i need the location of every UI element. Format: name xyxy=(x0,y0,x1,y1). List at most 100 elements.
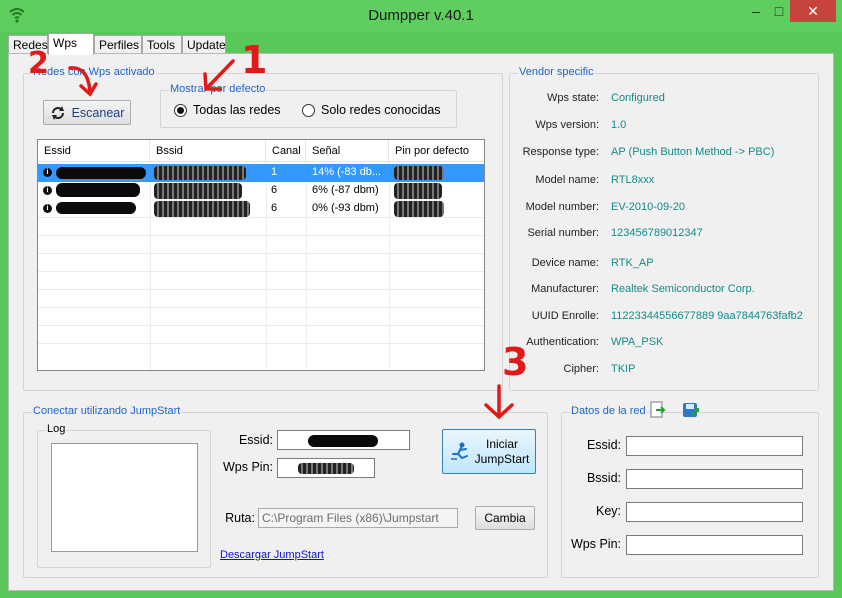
redacted-essid xyxy=(56,167,146,179)
vendor-value-model-name: RTL8xxx xyxy=(611,174,655,186)
vendor-label-wps-version: Wps version: xyxy=(535,119,599,131)
radio-known-networks[interactable]: Solo redes conocidas xyxy=(302,103,441,117)
wps-tab-panel: Redes con Wps activado Escanear Mostrar … xyxy=(8,53,834,591)
start-jumpstart-button[interactable]: Iniciar JumpStart xyxy=(442,429,536,474)
jumpstart-essid-field[interactable] xyxy=(277,430,410,450)
scan-button-label: Escanear xyxy=(71,105,125,120)
vendor-label-uuid: UUID Enrolle: xyxy=(531,310,599,322)
vendor-value-uuid: 11223344556677889 9aa7844763fafb2 xyxy=(611,310,803,322)
redacted-bssid xyxy=(154,166,246,180)
default-filter-group: Mostrar por defecto Todas las redes Solo… xyxy=(160,83,457,128)
column-essid[interactable]: Essid xyxy=(38,140,150,162)
radio-all-label: Todas las redes xyxy=(193,103,281,117)
ruta-field[interactable]: C:\Program Files (x86)\Jumpstart xyxy=(258,508,458,528)
networks-table[interactable]: Essid Bssid Canal Señal Pin por defecto … xyxy=(37,139,485,371)
net-key-field[interactable] xyxy=(626,502,803,522)
jumpstart-group-title: Conectar utilizando JumpStart xyxy=(32,405,182,417)
row-canal: 1 xyxy=(271,166,278,178)
info-icon: i xyxy=(43,186,52,195)
radio-known-circle xyxy=(302,103,315,117)
annotation-2: 2 xyxy=(28,46,49,81)
network-data-group-title: Datos de la red xyxy=(570,405,647,417)
vendor-value-serial-number: 123456789012347 xyxy=(611,227,703,239)
jumpstart-wps-pin-field[interactable] xyxy=(277,458,375,478)
net-essid-field[interactable] xyxy=(626,436,803,456)
vendor-value-model-number: EV-2010-09-20 xyxy=(611,201,685,213)
wps-pin-label: Wps Pin: xyxy=(222,460,273,474)
column-senal[interactable]: Señal xyxy=(306,140,389,162)
row-canal: 6 xyxy=(271,184,278,196)
vendor-label-device-name: Device name: xyxy=(531,257,599,269)
redacted-pin xyxy=(394,201,444,217)
vendor-value-device-name: RTK_AP xyxy=(611,257,654,269)
net-wps-pin-label: Wps Pin: xyxy=(570,537,621,551)
scan-button[interactable]: Escanear xyxy=(43,100,131,125)
window-title: Dumpper v.40.1 xyxy=(368,7,474,24)
vendor-label-response-type: Response type: xyxy=(522,146,599,158)
vendor-label-serial-number: Serial number: xyxy=(527,227,599,239)
net-wps-pin-field[interactable] xyxy=(626,535,803,555)
net-bssid-field[interactable] xyxy=(626,469,803,489)
annotation-arrow-1 xyxy=(203,59,235,91)
row-senal: 6% (-87 dbm) xyxy=(312,184,379,196)
annotation-1: 1 xyxy=(241,38,268,82)
vendor-value-wps-version: 1.0 xyxy=(611,119,627,131)
vendor-value-cipher: TKIP xyxy=(611,363,636,375)
redacted-essid xyxy=(56,183,140,197)
tab-perfiles[interactable]: Perfiles xyxy=(94,35,142,54)
app-window: Dumpper v.40.1 – □ ✕ Redes Wps Perfiles … xyxy=(0,0,842,598)
ruta-label: Ruta: xyxy=(225,511,255,525)
redacted-bssid xyxy=(154,201,250,217)
radio-all-circle xyxy=(174,103,187,117)
net-key-label: Key: xyxy=(595,504,621,518)
redacted-pin xyxy=(394,183,442,199)
minimize-button[interactable]: – xyxy=(742,0,770,22)
info-icon: i xyxy=(43,204,52,213)
vendor-value-wps-state: Configured xyxy=(611,92,665,104)
log-group-title: Log xyxy=(46,423,67,435)
redacted-pin xyxy=(298,463,354,474)
vendor-label-model-name: Model name: xyxy=(535,174,599,186)
row-senal: 14% (-83 db... xyxy=(312,166,382,178)
vendor-value-response-type: AP (Push Button Method -> PBC) xyxy=(611,146,775,158)
title-bar: Dumpper v.40.1 – □ ✕ xyxy=(0,0,842,32)
vendor-group-title: Vendor specific xyxy=(518,66,595,78)
jumpstart-icon xyxy=(450,442,468,460)
log-textarea[interactable] xyxy=(51,443,198,552)
change-path-button[interactable]: Cambia xyxy=(475,506,535,530)
info-icon: i xyxy=(43,168,52,177)
vendor-label-model-number: Model number: xyxy=(525,201,599,213)
vendor-label-manufacturer: Manufacturer: xyxy=(531,283,599,295)
maximize-button[interactable]: □ xyxy=(770,0,788,22)
redacted-bssid xyxy=(154,183,242,199)
row-senal: 0% (-93 dbm) xyxy=(312,202,379,214)
export-icon[interactable] xyxy=(649,401,667,419)
annotation-3: 3 xyxy=(502,340,529,384)
tab-update[interactable]: Update xyxy=(182,35,226,54)
column-bssid[interactable]: Bssid xyxy=(150,140,266,162)
table-header: Essid Bssid Canal Señal Pin por defecto xyxy=(38,140,484,162)
table-row[interactable]: i 1 14% (-83 db... xyxy=(38,164,484,182)
net-bssid-label: Bssid: xyxy=(586,471,621,485)
vendor-label-wps-state: Wps state: xyxy=(547,92,599,104)
row-canal: 6 xyxy=(271,202,278,214)
annotation-arrow-2 xyxy=(68,66,98,97)
close-button[interactable]: ✕ xyxy=(790,0,836,22)
download-jumpstart-link[interactable]: Descargar JumpStart xyxy=(220,549,324,561)
start-jumpstart-label-2: JumpStart xyxy=(474,451,530,466)
start-jumpstart-label-1: Iniciar xyxy=(485,436,518,451)
vendor-value-authentication: WPA_PSK xyxy=(611,336,664,348)
tab-wps[interactable]: Wps xyxy=(48,33,94,55)
column-pin[interactable]: Pin por defecto xyxy=(389,140,485,162)
table-row[interactable]: i 6 6% (-87 dbm) xyxy=(38,182,484,200)
redacted-essid xyxy=(308,435,378,447)
essid-label: Essid: xyxy=(238,433,273,447)
annotation-arrow-3 xyxy=(484,384,514,420)
radio-all-networks[interactable]: Todas las redes xyxy=(174,103,281,117)
tab-tools[interactable]: Tools xyxy=(142,35,182,54)
save-network-icon[interactable] xyxy=(682,401,700,419)
radio-known-label: Solo redes conocidas xyxy=(321,103,441,117)
redacted-pin xyxy=(394,166,444,180)
table-row[interactable]: i 6 0% (-93 dbm) xyxy=(38,200,484,218)
column-canal[interactable]: Canal xyxy=(266,140,306,162)
